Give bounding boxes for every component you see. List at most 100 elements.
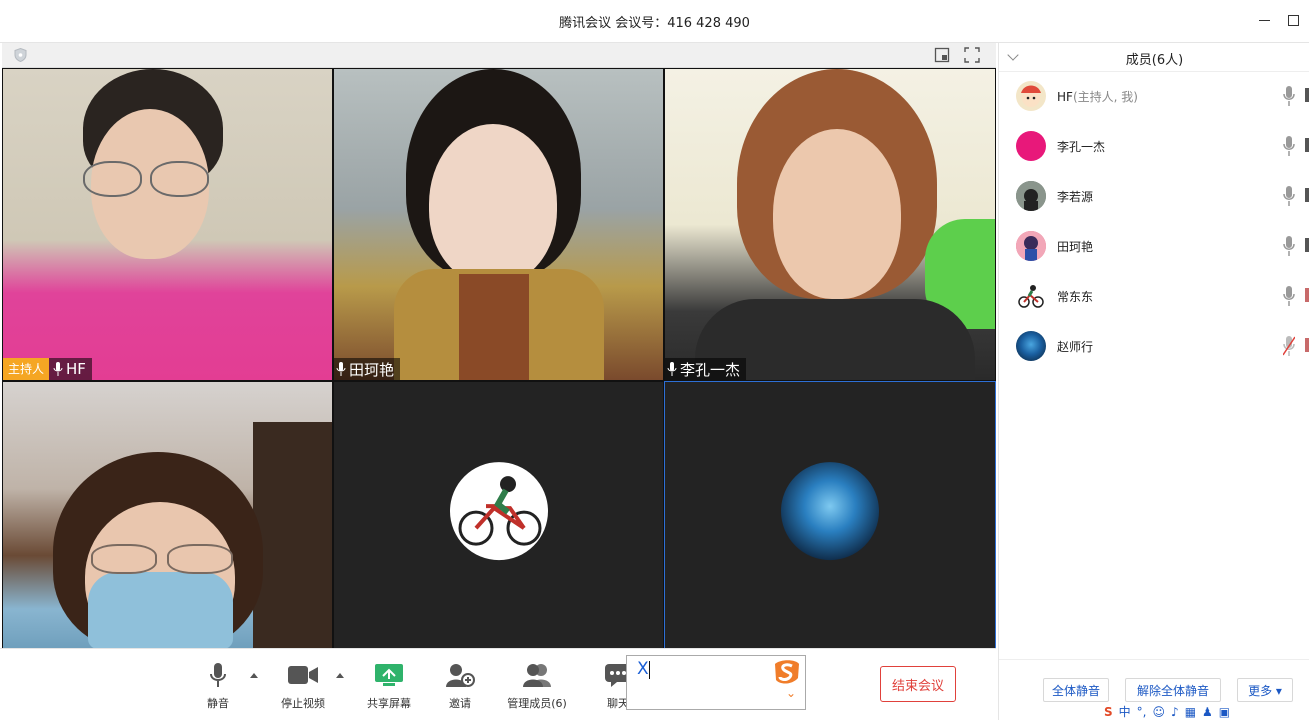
- member-row[interactable]: 李若源: [999, 172, 1309, 222]
- mic-muted-icon[interactable]: [1283, 335, 1295, 357]
- video-tile-hf[interactable]: 主持人 HF: [2, 68, 333, 381]
- avatar: [1016, 131, 1046, 161]
- manage-members-button[interactable]: 管理成员(6): [497, 661, 577, 711]
- unmute-all-button[interactable]: 解除全体静音: [1125, 678, 1221, 702]
- panel-title: 成员(6人): [1125, 53, 1184, 68]
- tile-label: 主持人 HF: [3, 358, 92, 380]
- title-bar: 腾讯会议 会议号：416 428 490: [0, 0, 1309, 43]
- tile-label: 李孔一杰: [665, 358, 747, 380]
- mute-options-caret[interactable]: [250, 673, 258, 678]
- glasses: [83, 161, 211, 197]
- participant-name: HF: [66, 360, 86, 378]
- tile-label: 田珂艳: [334, 358, 401, 380]
- layout-icon[interactable]: [934, 47, 950, 63]
- mic-icon: [667, 362, 677, 376]
- window-title: 腾讯会议 会议号：416 428 490: [559, 16, 750, 31]
- sogou-logo-icon: [775, 660, 799, 684]
- minimize-button[interactable]: [1254, 10, 1274, 30]
- voice-icon[interactable]: ♪: [1171, 705, 1179, 719]
- avatar: [1016, 281, 1046, 311]
- sogou-icon[interactable]: S: [1104, 705, 1113, 719]
- member-name: 田珂艳: [1057, 240, 1094, 254]
- ime-status-bar[interactable]: S 中 °, ☺ ♪ ▦ ♟ ▣: [1104, 703, 1309, 720]
- glasses: [91, 544, 233, 574]
- member-row[interactable]: 李孔一杰: [999, 122, 1309, 172]
- member-more-edge[interactable]: [1305, 188, 1309, 202]
- video-grid: 主持人 HF 田珂艳 李孔一杰: [2, 68, 996, 650]
- mic-icon[interactable]: [1283, 285, 1295, 307]
- member-row[interactable]: HF(主持人, 我): [999, 72, 1309, 122]
- members-panel: 成员(6人) HF(主持人, 我) 李孔一杰 李若源 田珂艳 常东东 赵师行 全…: [998, 43, 1309, 720]
- video-options-caret[interactable]: [336, 673, 344, 678]
- user-icon[interactable]: ♟: [1202, 705, 1213, 719]
- mic-icon: [53, 362, 63, 376]
- text-cursor: [649, 661, 650, 679]
- ocean-avatar: [781, 461, 879, 560]
- panel-header: 成员(6人): [999, 43, 1309, 72]
- video-tile-tian[interactable]: 田珂艳: [333, 68, 664, 381]
- share-screen-icon: [375, 664, 403, 686]
- video-tile-li[interactable]: 李孔一杰: [664, 68, 996, 381]
- skin-icon[interactable]: ▣: [1219, 705, 1230, 719]
- member-row[interactable]: 常东东: [999, 272, 1309, 322]
- video-tile-masked[interactable]: [2, 381, 333, 650]
- maximize-button[interactable]: [1283, 10, 1303, 30]
- video-area: 主持人 HF 田珂艳 李孔一杰: [2, 43, 996, 650]
- video-tile-avatar-cyclist[interactable]: [333, 381, 664, 650]
- member-row[interactable]: 赵师行: [999, 322, 1309, 372]
- member-more-edge[interactable]: [1305, 288, 1309, 302]
- end-meeting-button[interactable]: 结束会议: [880, 666, 956, 702]
- avatar: [1016, 81, 1046, 111]
- mic-icon: [336, 362, 346, 376]
- stop-video-button[interactable]: 停止视频: [263, 661, 343, 711]
- mic-icon[interactable]: [1283, 135, 1295, 157]
- mute-all-button[interactable]: 全体静音: [1043, 678, 1109, 702]
- member-name: 赵师行: [1057, 340, 1094, 354]
- members-icon: [523, 664, 551, 687]
- mute-button[interactable]: 静音: [178, 661, 258, 711]
- ime-composition-popup[interactable]: X ⌄: [626, 655, 806, 710]
- host-badge: 主持人: [3, 358, 50, 380]
- cyclist-avatar: [449, 461, 548, 560]
- ime-input-text: X: [637, 659, 649, 679]
- member-more-edge[interactable]: [1305, 138, 1309, 152]
- participant-name: 田珂艳: [349, 360, 395, 379]
- participant-face: [429, 124, 557, 284]
- avatar: [1016, 331, 1046, 361]
- fullscreen-icon[interactable]: [964, 47, 980, 63]
- sweater: [459, 274, 529, 380]
- mic-icon[interactable]: [1283, 85, 1295, 107]
- member-name: HF(主持人, 我): [1057, 90, 1138, 104]
- member-name: 常东东: [1057, 290, 1094, 304]
- video-tile-avatar-ocean[interactable]: [664, 381, 996, 650]
- member-more-edge[interactable]: [1305, 238, 1309, 252]
- bicycle-icon: [458, 475, 541, 546]
- member-more-edge[interactable]: [1305, 88, 1309, 102]
- chinese-mode-icon[interactable]: 中: [1119, 703, 1131, 720]
- member-more-edge[interactable]: [1305, 338, 1309, 352]
- mic-icon[interactable]: [1283, 235, 1295, 257]
- member-row[interactable]: 田珂艳: [999, 222, 1309, 272]
- camera-icon: [288, 666, 318, 684]
- member-name: 李孔一杰: [1057, 140, 1106, 154]
- member-name: 李若源: [1057, 190, 1094, 204]
- mic-icon: [210, 663, 226, 687]
- participant-face: [773, 129, 901, 299]
- chevron-down-icon[interactable]: ⌄: [786, 686, 796, 700]
- emoji-icon[interactable]: ☺: [1153, 705, 1166, 719]
- mic-icon[interactable]: [1283, 185, 1295, 207]
- video-toolbar: [2, 43, 996, 68]
- invite-button[interactable]: 邀请: [420, 661, 500, 711]
- shield-icon[interactable]: [14, 48, 27, 62]
- shelf: [253, 422, 332, 649]
- face-mask: [88, 572, 233, 649]
- meeting-controls: 静音 停止视频 共享屏幕 邀请 管理成员(6) 聊天 结束会议: [0, 648, 996, 721]
- participant-name: 李孔一杰: [680, 360, 741, 379]
- keyboard-icon[interactable]: ▦: [1185, 705, 1196, 719]
- punctuation-icon[interactable]: °,: [1137, 705, 1147, 719]
- share-screen-button[interactable]: 共享屏幕: [349, 661, 429, 711]
- add-user-icon: [446, 664, 475, 687]
- more-button[interactable]: 更多 ▾: [1237, 678, 1293, 702]
- avatar: [1016, 231, 1046, 261]
- avatar: [1016, 181, 1046, 211]
